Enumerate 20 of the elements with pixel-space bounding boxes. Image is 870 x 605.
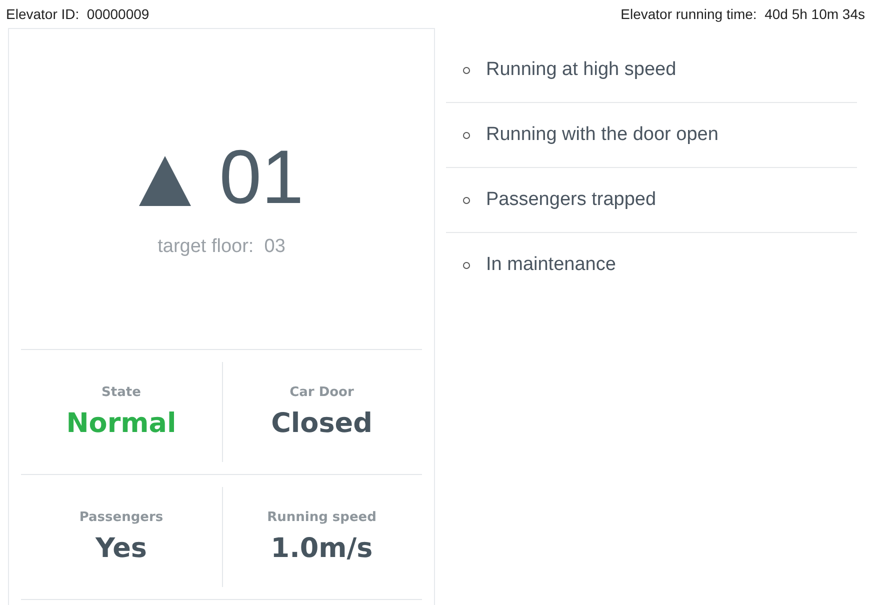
current-floor: 01 [219, 140, 304, 216]
bullet-icon [463, 132, 470, 138]
stat-value: Normal [66, 408, 176, 439]
fault-item: Running at high speed [486, 59, 676, 81]
stat-value: Yes [96, 533, 147, 564]
target-floor: target floor: 03 [158, 236, 286, 258]
elevator-id: Elevator ID: 00000009 [6, 6, 150, 22]
stat-label: Passengers [79, 510, 164, 525]
stat-value: 1.0m/s [270, 533, 373, 564]
bullet-icon [463, 196, 470, 204]
stat-label: Car Door [290, 385, 354, 400]
running-time: Elevator running time: 40d 5h 10m 34s [620, 6, 865, 22]
fault-item: In maintenance [486, 254, 616, 276]
bullet-icon [463, 262, 470, 268]
fault-item: Passengers trapped [486, 189, 656, 211]
stat-value: Closed [271, 408, 372, 439]
stat-label: State [102, 385, 141, 400]
stat-label: Running speed [267, 510, 376, 525]
bullet-icon [463, 66, 470, 74]
fault-item: Running with the door open [486, 124, 718, 146]
